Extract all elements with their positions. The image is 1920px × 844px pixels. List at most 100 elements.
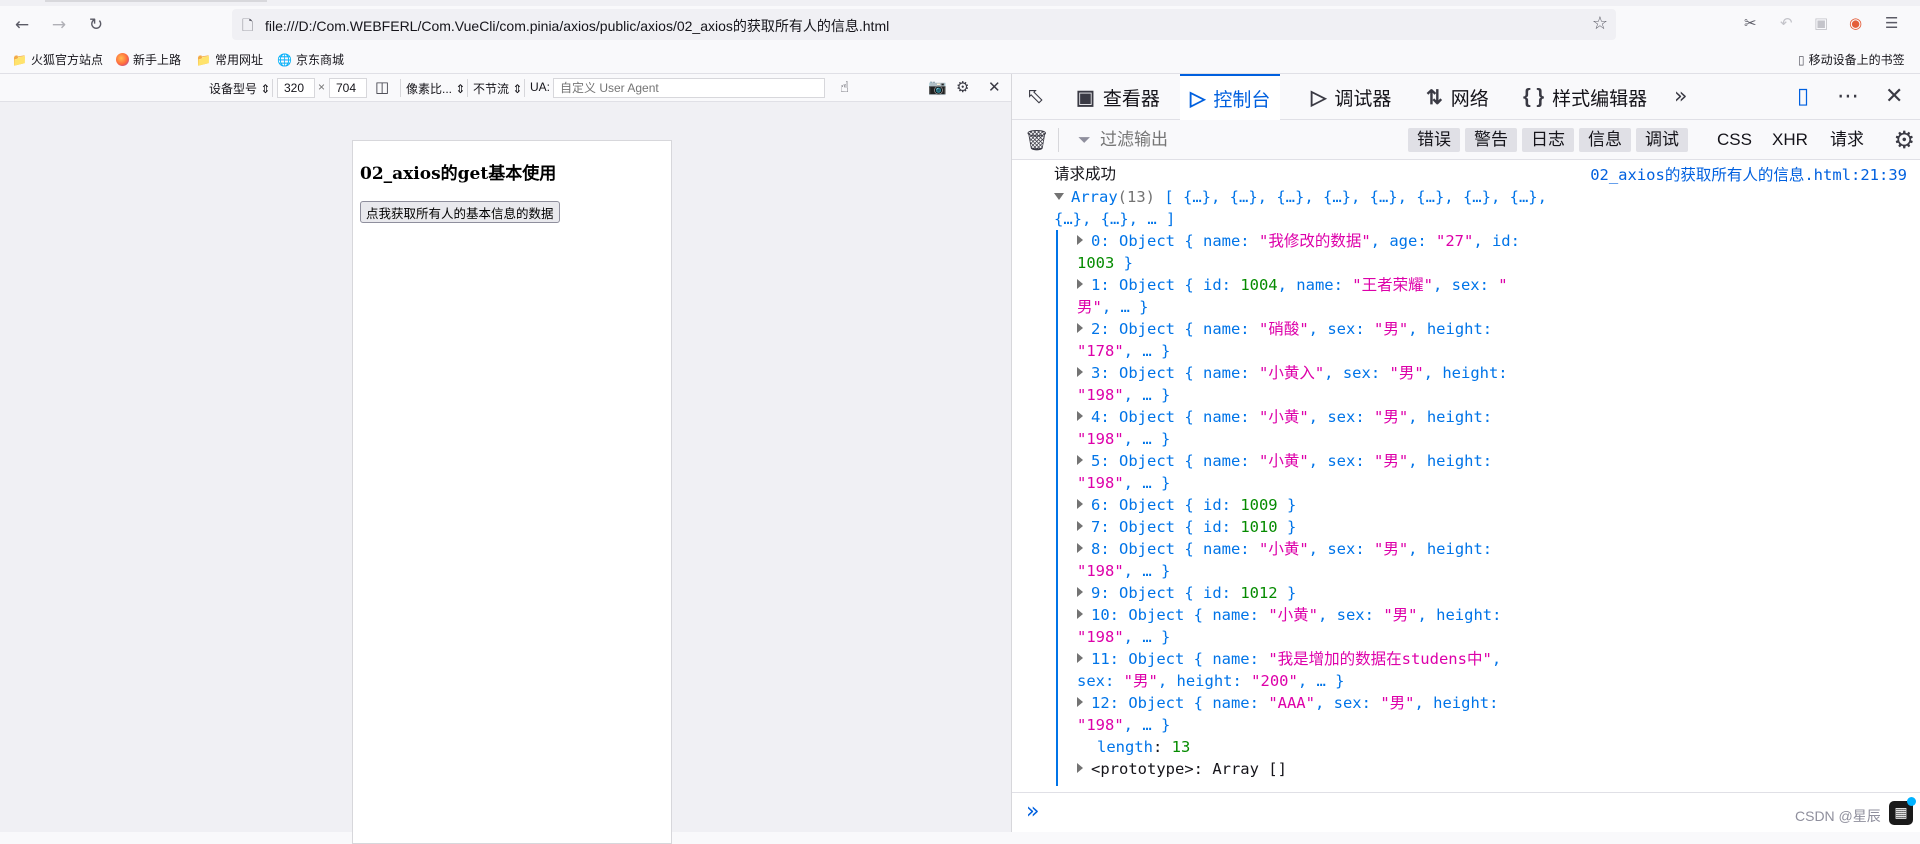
list-item-continued: "198", … } bbox=[1077, 562, 1171, 580]
bookmark-item[interactable]: 📁 火狐官方站点 bbox=[12, 51, 103, 68]
touch-simulation-icon[interactable]: ☝ bbox=[840, 78, 849, 96]
element-picker-icon[interactable]: ⬁ bbox=[1026, 84, 1044, 109]
console-output: 请求成功 02_axios的获取所有人的信息.html:21:39 Array(… bbox=[1012, 160, 1920, 786]
list-item-continued: 男", … } bbox=[1077, 298, 1149, 316]
tab-debugger[interactable]: ▷ 调试器 bbox=[1311, 74, 1391, 120]
tab-inspector[interactable]: ▣ 查看器 bbox=[1076, 74, 1160, 120]
collapsed-triangle-icon[interactable] bbox=[1077, 653, 1083, 663]
divider bbox=[467, 79, 468, 97]
list-item[interactable]: 9: Object { id: 1012 } bbox=[1077, 582, 1296, 604]
url-text[interactable]: file:///D:/Com.WEBFERL/Com.VueCli/com.pi… bbox=[265, 16, 889, 36]
bookmark-item[interactable]: 🌐 京东商城 bbox=[277, 51, 344, 68]
throttling-selector[interactable]: 不节流 ⇕ bbox=[473, 80, 522, 97]
level-warning[interactable]: 警告 bbox=[1465, 128, 1517, 152]
list-item[interactable]: 0: Object { name: "我修改的数据", age: "27", i… bbox=[1077, 230, 1520, 252]
rdm-settings-gear-icon[interactable]: ⚙ bbox=[956, 78, 969, 96]
close-devtools-icon[interactable]: ✕ bbox=[1885, 84, 1903, 109]
page-icon: 🗋 bbox=[242, 18, 254, 34]
list-item-continued: "198", … } bbox=[1077, 716, 1171, 734]
list-item[interactable]: 6: Object { id: 1009 } bbox=[1077, 494, 1296, 516]
list-item-continued: "198", … } bbox=[1077, 628, 1171, 646]
reload-icon[interactable]: ↻ bbox=[84, 14, 108, 36]
viewport-height-input[interactable] bbox=[329, 78, 367, 98]
list-item[interactable]: 5: Object { name: "小黄", sex: "男", height… bbox=[1077, 450, 1492, 472]
close-rdm-icon[interactable]: ✕ bbox=[988, 78, 1001, 96]
tab-console[interactable]: ▷ 控制台 bbox=[1180, 74, 1281, 120]
list-item[interactable]: 7: Object { id: 1010 } bbox=[1077, 516, 1296, 538]
log-source-link[interactable]: 02_axios的获取所有人的信息.html:21:39 bbox=[1590, 164, 1907, 186]
list-item-continued: "198", … } bbox=[1077, 474, 1171, 492]
list-item[interactable]: 2: Object { name: "硝酸", sex: "男", height… bbox=[1077, 318, 1492, 340]
divider bbox=[272, 79, 273, 97]
responsive-design-toolbar: 设备型号 ⇕ × ◫ 像素比... ⇕ 不节流 ⇕ UA: ☝ 📷 ⚙ ✕ bbox=[0, 74, 1011, 102]
forward-arrow-icon[interactable]: → bbox=[47, 14, 71, 36]
prototype-node[interactable]: <prototype>: Array [] bbox=[1077, 758, 1287, 780]
collapsed-triangle-icon[interactable] bbox=[1077, 499, 1083, 509]
collapsed-triangle-icon[interactable] bbox=[1077, 587, 1083, 597]
more-options-icon[interactable]: ⋯ bbox=[1837, 84, 1859, 109]
collapsed-triangle-icon[interactable] bbox=[1077, 763, 1083, 773]
collapsed-triangle-icon[interactable] bbox=[1077, 411, 1083, 421]
user-agent-input[interactable] bbox=[553, 78, 825, 98]
device-viewport: 02_axios的get基本使用 点我获取所有人的基本信息的数据 bbox=[352, 140, 672, 844]
screenshot-crop-icon[interactable]: ✂ bbox=[1744, 14, 1757, 32]
expand-triangle-icon[interactable] bbox=[1054, 193, 1064, 200]
collapsed-triangle-icon[interactable] bbox=[1077, 323, 1083, 333]
divider bbox=[400, 79, 401, 97]
console-input[interactable]: » bbox=[1012, 792, 1920, 832]
level-log[interactable]: 日志 bbox=[1522, 128, 1574, 152]
active-tab-edge[interactable] bbox=[45, 0, 267, 2]
list-item[interactable]: 4: Object { name: "小黄", sex: "男", height… bbox=[1077, 406, 1492, 428]
collapsed-triangle-icon[interactable] bbox=[1077, 235, 1083, 245]
more-tabs-chevron-icon[interactable]: » bbox=[1674, 84, 1687, 109]
list-item[interactable]: 12: Object { name: "AAA", sex: "男", heig… bbox=[1077, 692, 1498, 714]
menu-icon[interactable]: ☰ bbox=[1885, 14, 1898, 32]
collapsed-triangle-icon[interactable] bbox=[1077, 279, 1083, 289]
collapsed-triangle-icon[interactable] bbox=[1077, 543, 1083, 553]
filter-css[interactable]: CSS bbox=[1717, 128, 1752, 152]
bookmark-star-icon[interactable]: ☆ bbox=[1592, 13, 1608, 34]
level-error[interactable]: 错误 bbox=[1408, 128, 1460, 152]
collapsed-triangle-icon[interactable] bbox=[1077, 609, 1083, 619]
filter-xhr[interactable]: XHR bbox=[1772, 128, 1808, 152]
url-bar[interactable]: 🗋 file:///D:/Com.WEBFERL/Com.VueCli/com.… bbox=[232, 9, 1616, 40]
extension-icon[interactable]: ▣ bbox=[1814, 14, 1828, 32]
level-info[interactable]: 信息 bbox=[1579, 128, 1631, 152]
mobile-bookmarks[interactable]: ▯ 移动设备上的书签 bbox=[1798, 51, 1905, 68]
array-node[interactable]: Array(13) [ {…}, {…}, {…}, {…}, {…}, {…}… bbox=[1054, 186, 1547, 208]
console-settings-gear-icon[interactable]: ⚙ bbox=[1893, 126, 1915, 154]
list-item[interactable]: 8: Object { name: "小黄", sex: "男", height… bbox=[1077, 538, 1492, 560]
screenshot-camera-icon[interactable]: 📷 bbox=[928, 78, 947, 96]
tab-network[interactable]: ⇅ 网络 bbox=[1426, 74, 1489, 120]
level-debug[interactable]: 调试 bbox=[1636, 128, 1688, 152]
dpr-selector[interactable]: 像素比... ⇕ bbox=[406, 80, 465, 97]
bookmark-item[interactable]: 📁 常用网址 bbox=[196, 51, 263, 68]
filter-output-input[interactable] bbox=[1100, 130, 1380, 150]
collapsed-triangle-icon[interactable] bbox=[1077, 367, 1083, 377]
back-arrow-icon[interactable]: ← bbox=[10, 14, 34, 36]
viewport-width-input[interactable] bbox=[277, 78, 315, 98]
account-icon[interactable]: ◉ bbox=[1849, 14, 1862, 32]
fetch-all-users-button[interactable]: 点我获取所有人的基本信息的数据 bbox=[360, 201, 560, 223]
console-prompt-chevron-icon: » bbox=[1026, 799, 1040, 824]
list-item[interactable]: 1: Object { id: 1004, name: "王者荣耀", sex:… bbox=[1077, 274, 1508, 296]
collapsed-triangle-icon[interactable] bbox=[1077, 455, 1083, 465]
collapsed-triangle-icon[interactable] bbox=[1077, 521, 1083, 531]
tab-style-editor[interactable]: { } 样式编辑器 bbox=[1523, 74, 1647, 120]
filter-requests[interactable]: 请求 bbox=[1830, 128, 1864, 152]
list-item-continued: "198", … } bbox=[1077, 430, 1171, 448]
list-item[interactable]: 11: Object { name: "我是增加的数据在studens中", bbox=[1077, 648, 1501, 670]
bookmark-item[interactable]: 新手上路 bbox=[116, 51, 181, 68]
watermark: CSDN @星辰 bbox=[1795, 808, 1881, 824]
list-item[interactable]: 3: Object { name: "小黄入", sex: "男", heigh… bbox=[1077, 362, 1508, 384]
responsive-mode-icon[interactable]: ▯ bbox=[1797, 84, 1809, 109]
rotate-viewport-icon[interactable]: ◫ bbox=[375, 78, 389, 96]
inspector-icon: ▣ bbox=[1076, 86, 1095, 109]
collapsed-triangle-icon[interactable] bbox=[1077, 697, 1083, 707]
array-preview-continued: {…}, {…}, … ] bbox=[1054, 210, 1176, 228]
undo-icon[interactable]: ↶ bbox=[1780, 14, 1793, 32]
clear-console-trash-icon[interactable]: 🗑 bbox=[1024, 128, 1049, 152]
device-selector[interactable]: 设备型号 ⇕ bbox=[209, 80, 270, 97]
list-item[interactable]: 10: Object { name: "小黄", sex: "男", heigh… bbox=[1077, 604, 1501, 626]
console-icon: ▷ bbox=[1190, 87, 1206, 110]
